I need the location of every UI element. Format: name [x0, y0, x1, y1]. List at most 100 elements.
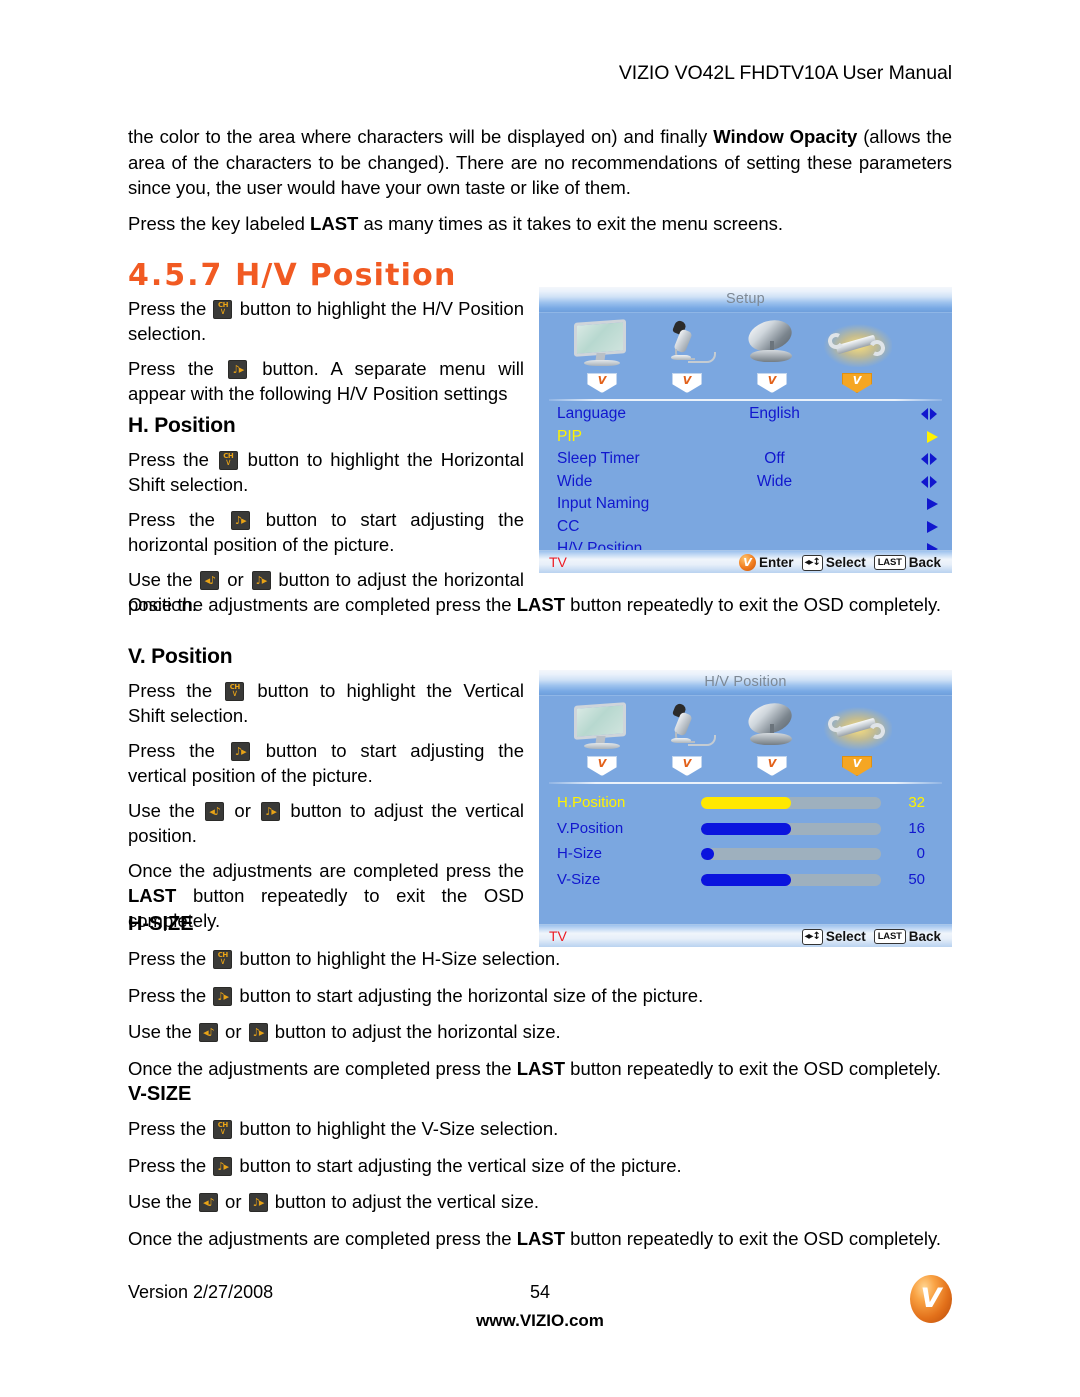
setup-osd-body: V V V V Language English PIP Sleep Timer…	[539, 313, 952, 573]
ch-down-key-icon: CH ∨	[218, 451, 238, 470]
tuner-tab[interactable]: V	[757, 756, 787, 776]
tuner-icon	[729, 315, 815, 371]
section-title: H/V Position	[235, 258, 457, 293]
dpad-icon: ◂▸↕	[801, 928, 823, 945]
picture-icon-cell[interactable]: V	[559, 317, 645, 393]
hv-slider-track[interactable]	[701, 873, 881, 886]
volume-up-key-icon: ♪▸	[251, 571, 271, 590]
audio-icon-cell[interactable]: V	[644, 317, 730, 393]
text-before-key: Press the	[128, 740, 229, 761]
section-intro-column: Press the CH ∨ button to highlight the H/…	[128, 296, 524, 406]
setup-icon-cell[interactable]: V	[814, 317, 900, 393]
hv-icon-strip: V V V V	[539, 696, 952, 784]
picture-tab[interactable]: V	[587, 756, 617, 776]
hv-osd-body: V V V V H.Position 32 V.Position 16 H-Si…	[539, 696, 952, 927]
last-key-term: LAST	[310, 212, 359, 234]
back-label: Back	[908, 554, 941, 570]
setup-menu-list: Language English PIP Sleep Timer Off Wide Wide…	[539, 401, 952, 573]
audio-tab[interactable]: V	[672, 373, 702, 393]
select-label: Select	[825, 554, 866, 570]
vol-up-glyph: ♪▸	[232, 363, 245, 376]
audio-icon-cell[interactable]: V	[644, 700, 730, 776]
v-position-section: V. Position Press the CH ∨ button to high…	[128, 645, 524, 933]
vol-up-glyph: ♪▸	[235, 514, 247, 527]
select-hint: ◂▸↕ Select	[801, 927, 869, 945]
text-before-key: Press the	[128, 298, 212, 319]
hv-slider-fill	[701, 873, 791, 886]
back-hint: LAST Back	[873, 553, 944, 571]
document-header: VIZIO VO42L FHDTV10A User Manual	[618, 62, 952, 84]
picture-icon-cell[interactable]: V	[559, 700, 645, 776]
hv-slider-row[interactable]: V-Size 50	[539, 870, 952, 893]
audio-tab[interactable]: V	[672, 756, 702, 776]
setup-menu-row[interactable]: Language English	[539, 403, 952, 426]
setup-icon-cell[interactable]: V	[814, 700, 900, 776]
tuner-icon-cell[interactable]: V	[729, 315, 815, 393]
left-right-arrow-icon	[920, 406, 938, 422]
hv-slider-row[interactable]: H.Position 32	[539, 795, 952, 816]
v-position-heading: V. Position	[128, 645, 233, 668]
setup-menu-row-label: CC	[557, 517, 580, 535]
vol-down-glyph: ◂♪	[204, 574, 217, 587]
hv-slider-track[interactable]	[701, 797, 881, 809]
intro-paragraph-2: Press the key labeled LAST as many times…	[128, 211, 952, 237]
intro-p2-text-b: as many times as it takes to exit the me…	[358, 212, 783, 234]
v-position-paragraph-3: Use the ◂♪ or ♪▸ button to adjust the ve…	[128, 798, 524, 848]
last-key-icon: LAST	[873, 929, 906, 945]
h-size-paragraph-2: Press the ♪▸ button to start adjusting t…	[128, 983, 952, 1009]
setup-menu-row-label: PIP	[557, 427, 582, 445]
setup-menu-row[interactable]: CC	[539, 516, 952, 539]
left-right-arrow-icon	[920, 451, 938, 467]
setup-menu-row[interactable]: Sleep Timer Off	[539, 448, 952, 471]
volume-down-key-icon: ◂♪	[205, 802, 225, 821]
setup-icon-strip: V V V V	[539, 313, 952, 401]
audio-icon	[644, 317, 730, 371]
setup-tab[interactable]: V	[842, 756, 872, 776]
setup-menu-row[interactable]: PIP	[539, 426, 952, 449]
audio-icon	[644, 700, 730, 754]
hv-slider-row[interactable]: V.Position 16	[539, 821, 952, 842]
hv-slider-track[interactable]	[701, 848, 881, 860]
text-after-bold: button repeatedly to exit the OSD comple…	[565, 1057, 942, 1079]
picture-icon	[559, 317, 645, 371]
h-position-paragraph-1: Press the CH ∨ button to highlight the Ho…	[128, 447, 524, 497]
text-after-bold: button repeatedly to exit the OSD comple…	[565, 1227, 942, 1249]
volume-up-key-icon: ♪▸	[248, 1193, 268, 1212]
vol-up-glyph: ♪▸	[252, 1026, 265, 1039]
h-position-heading: H. Position	[128, 414, 236, 437]
text-after-key: button to highlight the V-Size selection…	[234, 1118, 559, 1139]
setup-osd-titlebar: Setup	[539, 287, 952, 313]
right-arrow-icon	[920, 519, 938, 535]
setup-menu-row[interactable]: Wide Wide	[539, 471, 952, 494]
tuner-icon-cell[interactable]: V	[729, 698, 815, 776]
section-intro-paragraph-2: Press the ♪▸ button. A separate menu wil…	[128, 356, 524, 406]
vizio-v-glyph: V	[920, 1283, 942, 1314]
v-size-heading: V-SIZE	[128, 1083, 192, 1105]
tuner-tab[interactable]: V	[757, 373, 787, 393]
hv-slider-label: V-Size	[557, 870, 601, 888]
hv-slider-fill	[701, 822, 791, 835]
volume-down-key-icon: ◂♪	[198, 1193, 218, 1212]
manual-page: VIZIO VO42L FHDTV10A User Manual the col…	[0, 0, 1080, 1397]
text-before-bold: Once the adjustments are completed press…	[128, 860, 524, 881]
section-number: 4.5.7	[128, 258, 224, 293]
text-before-key: Press the	[128, 984, 212, 1006]
text-after-key: button to start adjusting the vertical s…	[234, 1154, 682, 1176]
v-size-paragraph-4: Once the adjustments are completed press…	[128, 1226, 952, 1252]
hv-slider-list: H.Position 32 V.Position 16 H-Size 0 V-Size 50	[539, 784, 952, 892]
picture-tab[interactable]: V	[587, 373, 617, 393]
ch-chevron: ∨	[219, 307, 227, 317]
v-size-paragraph-3: Use the ◂♪ or ♪▸ button to adjust the ve…	[128, 1189, 952, 1215]
text-between-keys: or	[226, 800, 260, 821]
text-before-key: Press the	[128, 1154, 212, 1176]
hv-slider-track[interactable]	[701, 822, 881, 835]
volume-up-key-icon: ♪▸	[248, 1023, 268, 1042]
text-before-key: Use the	[128, 1021, 197, 1042]
setup-menu-row[interactable]: Input Naming	[539, 493, 952, 516]
left-right-arrow-icon	[920, 474, 938, 490]
v-size-section: V-SIZE Press the CH ∨ button to highlight…	[128, 1082, 952, 1251]
hv-slider-row[interactable]: H-Size 0	[539, 846, 952, 867]
intro-p1-text-a: the color to the area where characters w…	[128, 126, 714, 147]
vol-up-glyph: ♪▸	[255, 574, 268, 587]
setup-tab[interactable]: V	[842, 373, 872, 393]
